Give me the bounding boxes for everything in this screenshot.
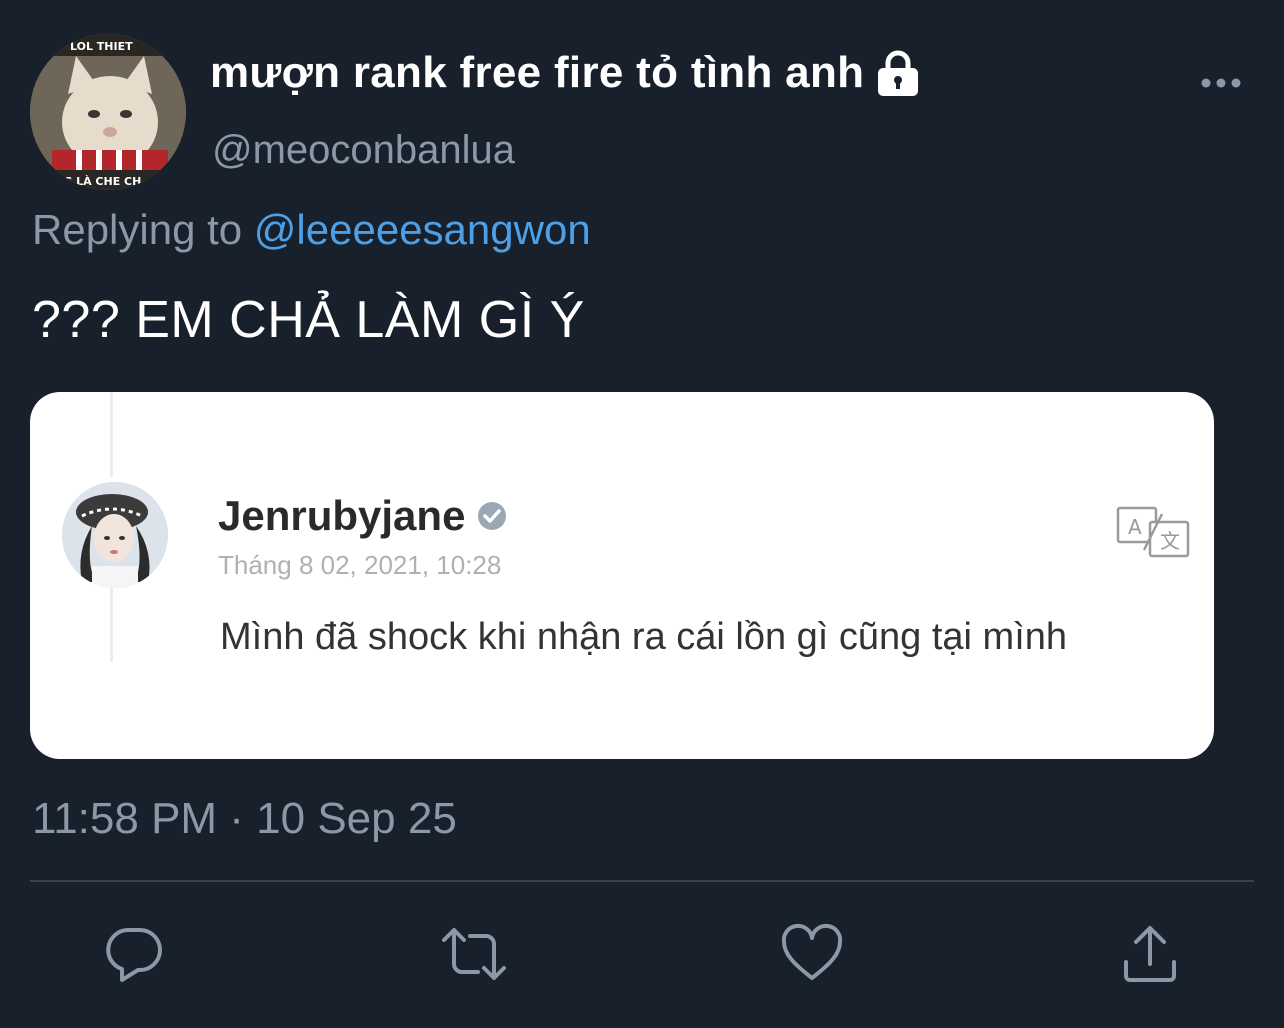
embedded-author-name: Jenrubyjane	[218, 492, 509, 540]
retweet-icon	[442, 928, 506, 980]
person-avatar-image	[62, 482, 168, 588]
replying-to-line: Replying to @leeeeesangwon	[32, 206, 591, 254]
tweet-text: ??? EM CHẢ LÀM GÌ Ý	[32, 291, 585, 349]
cat-avatar-image: LOL THIET NG LÀ CHE CH	[30, 34, 186, 190]
embedded-author-name-text: Jenrubyjane	[218, 492, 466, 539]
like-button[interactable]	[780, 922, 844, 986]
author-handle[interactable]: @meoconbanlua	[212, 128, 515, 173]
retweet-button[interactable]	[440, 922, 506, 986]
divider	[30, 880, 1254, 882]
translate-glyph-b: 文	[1160, 529, 1180, 553]
reply-mention-link[interactable]: @leeeeesangwon	[254, 206, 591, 253]
tweet-detail-page: LOL THIET NG LÀ CHE CH mượn rank free fi…	[0, 0, 1284, 1028]
replying-to-label: Replying to	[32, 206, 243, 253]
avatar-caption-bottom: NG LÀ CHE CH	[54, 175, 141, 188]
author-display-name[interactable]: mượn rank free fire tỏ tình anh	[210, 48, 922, 98]
tweet-timestamp[interactable]: 11:58 PM · 10 Sep 25	[32, 794, 457, 844]
lock-icon	[878, 50, 919, 96]
translate-icon: A 文	[1116, 506, 1190, 558]
avatar-caption-top: LOL THIET	[70, 40, 133, 53]
more-icon[interactable]	[1200, 72, 1242, 94]
reply-icon	[106, 928, 162, 982]
embedded-author-avatar	[62, 482, 168, 588]
author-avatar[interactable]: LOL THIET NG LÀ CHE CH	[30, 34, 186, 190]
share-button[interactable]	[1118, 922, 1182, 986]
embedded-post-date: Tháng 8 02, 2021, 10:28	[218, 550, 502, 580]
thread-connector	[110, 582, 113, 662]
translate-glyph-a: A	[1128, 515, 1142, 539]
heart-icon	[781, 923, 843, 980]
tweet-media-image[interactable]: Jenrubyjane Tháng 8 02, 2021, 10:28 A 文 …	[30, 392, 1214, 759]
share-icon	[1124, 926, 1176, 982]
reply-button[interactable]	[102, 922, 166, 986]
embedded-post-text: Mình đã shock khi nhận ra cái lồn gì cũn…	[220, 616, 1068, 658]
display-name-text: mượn rank free fire tỏ tình anh	[210, 48, 865, 97]
verified-icon	[478, 502, 507, 530]
thread-connector	[110, 392, 113, 477]
